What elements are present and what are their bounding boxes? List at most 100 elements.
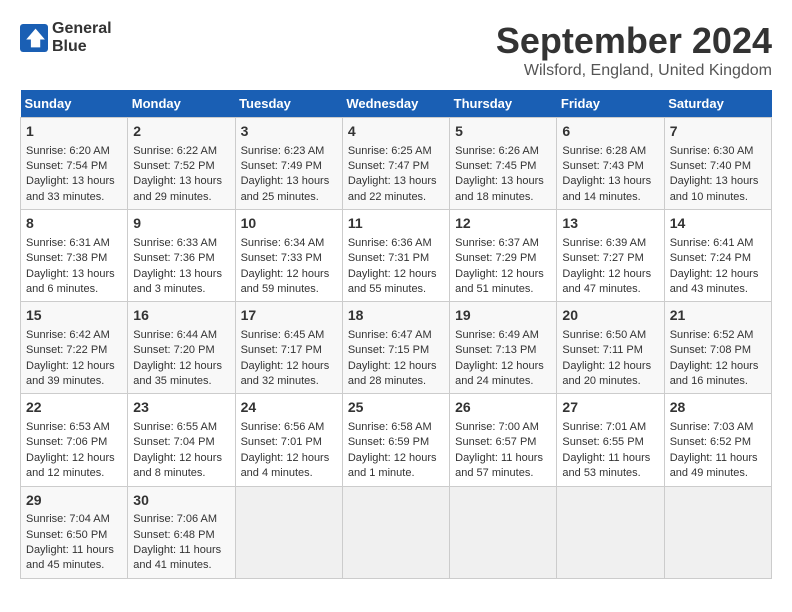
day-info-line: Daylight: 12 hours [241, 451, 337, 466]
calendar-body: 1Sunrise: 6:20 AMSunset: 7:54 PMDaylight… [21, 118, 772, 579]
day-info-line: Daylight: 13 hours [133, 174, 229, 189]
day-info-line: and 12 minutes. [26, 466, 122, 481]
day-info-line: Sunset: 7:43 PM [562, 159, 658, 174]
day-info-line: and 49 minutes. [670, 466, 766, 481]
calendar-cell: 11Sunrise: 6:36 AMSunset: 7:31 PMDayligh… [342, 210, 449, 302]
day-number: 6 [562, 122, 658, 142]
day-info-line: Daylight: 12 hours [670, 267, 766, 282]
day-info-line: and 39 minutes. [26, 374, 122, 389]
day-number: 4 [348, 122, 444, 142]
day-info-line: Sunrise: 6:47 AM [348, 328, 444, 343]
day-info-line: and 24 minutes. [455, 374, 551, 389]
day-info-line: Daylight: 12 hours [455, 359, 551, 374]
week-row-4: 22Sunrise: 6:53 AMSunset: 7:06 PMDayligh… [21, 394, 772, 486]
day-info-line: Sunset: 7:08 PM [670, 343, 766, 358]
header-cell-monday: Monday [128, 90, 235, 118]
day-info-line: Daylight: 11 hours [133, 543, 229, 558]
day-info-line: Sunset: 7:33 PM [241, 251, 337, 266]
day-info-line: Sunrise: 6:31 AM [26, 236, 122, 251]
calendar-cell: 3Sunrise: 6:23 AMSunset: 7:49 PMDaylight… [235, 118, 342, 210]
day-info-line: Sunrise: 6:28 AM [562, 144, 658, 159]
day-info-line: Daylight: 12 hours [348, 359, 444, 374]
day-info-line: and 25 minutes. [241, 190, 337, 205]
day-info-line: Sunrise: 6:26 AM [455, 144, 551, 159]
day-info-line: Sunrise: 6:44 AM [133, 328, 229, 343]
header-cell-thursday: Thursday [450, 90, 557, 118]
day-info-line: Sunset: 6:59 PM [348, 435, 444, 450]
day-info-line: Sunset: 6:55 PM [562, 435, 658, 450]
header-cell-tuesday: Tuesday [235, 90, 342, 118]
day-number: 26 [455, 398, 551, 418]
day-info-line: Sunrise: 7:03 AM [670, 420, 766, 435]
week-row-3: 15Sunrise: 6:42 AMSunset: 7:22 PMDayligh… [21, 302, 772, 394]
calendar-cell: 8Sunrise: 6:31 AMSunset: 7:38 PMDaylight… [21, 210, 128, 302]
day-info-line: Sunrise: 7:01 AM [562, 420, 658, 435]
logo: General Blue [20, 20, 112, 55]
calendar-cell: 28Sunrise: 7:03 AMSunset: 6:52 PMDayligh… [664, 394, 771, 486]
title-area: September 2024 Wilsford, England, United… [496, 20, 772, 80]
day-info-line: Sunrise: 6:37 AM [455, 236, 551, 251]
day-info-line: Sunset: 7:27 PM [562, 251, 658, 266]
day-info-line: and 57 minutes. [455, 466, 551, 481]
day-info-line: and 3 minutes. [133, 282, 229, 297]
day-info-line: and 51 minutes. [455, 282, 551, 297]
day-info-line: Sunset: 7:11 PM [562, 343, 658, 358]
day-number: 20 [562, 306, 658, 326]
logo-icon [20, 24, 48, 52]
day-info-line: Sunrise: 6:34 AM [241, 236, 337, 251]
day-number: 10 [241, 214, 337, 234]
week-row-1: 1Sunrise: 6:20 AMSunset: 7:54 PMDaylight… [21, 118, 772, 210]
day-info-line: and 29 minutes. [133, 190, 229, 205]
day-info-line: Daylight: 12 hours [348, 267, 444, 282]
day-number: 21 [670, 306, 766, 326]
calendar-cell: 23Sunrise: 6:55 AMSunset: 7:04 PMDayligh… [128, 394, 235, 486]
day-info-line: Sunrise: 7:04 AM [26, 512, 122, 527]
calendar-cell: 27Sunrise: 7:01 AMSunset: 6:55 PMDayligh… [557, 394, 664, 486]
header: General Blue September 2024 Wilsford, En… [20, 20, 772, 80]
calendar-cell: 6Sunrise: 6:28 AMSunset: 7:43 PMDaylight… [557, 118, 664, 210]
day-info-line: Daylight: 12 hours [348, 451, 444, 466]
day-info-line: and 59 minutes. [241, 282, 337, 297]
day-number: 1 [26, 122, 122, 142]
day-number: 11 [348, 214, 444, 234]
calendar-cell: 18Sunrise: 6:47 AMSunset: 7:15 PMDayligh… [342, 302, 449, 394]
day-info-line: and 43 minutes. [670, 282, 766, 297]
day-info-line: Sunset: 7:29 PM [455, 251, 551, 266]
calendar-cell: 4Sunrise: 6:25 AMSunset: 7:47 PMDaylight… [342, 118, 449, 210]
day-info-line: and 18 minutes. [455, 190, 551, 205]
day-info-line: Sunrise: 7:00 AM [455, 420, 551, 435]
day-info-line: and 8 minutes. [133, 466, 229, 481]
calendar-cell [450, 486, 557, 578]
day-info-line: and 28 minutes. [348, 374, 444, 389]
day-info-line: Sunrise: 6:50 AM [562, 328, 658, 343]
calendar-cell: 16Sunrise: 6:44 AMSunset: 7:20 PMDayligh… [128, 302, 235, 394]
day-info-line: Sunset: 7:15 PM [348, 343, 444, 358]
calendar-cell [664, 486, 771, 578]
day-info-line: and 55 minutes. [348, 282, 444, 297]
day-info-line: and 10 minutes. [670, 190, 766, 205]
day-number: 19 [455, 306, 551, 326]
day-info-line: Sunrise: 6:33 AM [133, 236, 229, 251]
header-cell-sunday: Sunday [21, 90, 128, 118]
calendar-cell: 7Sunrise: 6:30 AMSunset: 7:40 PMDaylight… [664, 118, 771, 210]
logo-text: General Blue [52, 20, 112, 55]
calendar-cell: 19Sunrise: 6:49 AMSunset: 7:13 PMDayligh… [450, 302, 557, 394]
day-number: 30 [133, 491, 229, 511]
day-number: 5 [455, 122, 551, 142]
day-info-line: Sunset: 6:57 PM [455, 435, 551, 450]
day-info-line: Sunrise: 6:36 AM [348, 236, 444, 251]
calendar-cell: 21Sunrise: 6:52 AMSunset: 7:08 PMDayligh… [664, 302, 771, 394]
day-info-line: Sunset: 7:36 PM [133, 251, 229, 266]
calendar-cell: 25Sunrise: 6:58 AMSunset: 6:59 PMDayligh… [342, 394, 449, 486]
day-info-line: Sunrise: 6:56 AM [241, 420, 337, 435]
day-number: 15 [26, 306, 122, 326]
day-info-line: Sunset: 7:38 PM [26, 251, 122, 266]
day-info-line: Daylight: 11 hours [26, 543, 122, 558]
day-info-line: Sunrise: 7:06 AM [133, 512, 229, 527]
day-info-line: and 4 minutes. [241, 466, 337, 481]
calendar-cell [342, 486, 449, 578]
calendar-cell: 20Sunrise: 6:50 AMSunset: 7:11 PMDayligh… [557, 302, 664, 394]
day-info-line: Sunset: 7:47 PM [348, 159, 444, 174]
calendar-cell: 13Sunrise: 6:39 AMSunset: 7:27 PMDayligh… [557, 210, 664, 302]
calendar-cell: 1Sunrise: 6:20 AMSunset: 7:54 PMDaylight… [21, 118, 128, 210]
